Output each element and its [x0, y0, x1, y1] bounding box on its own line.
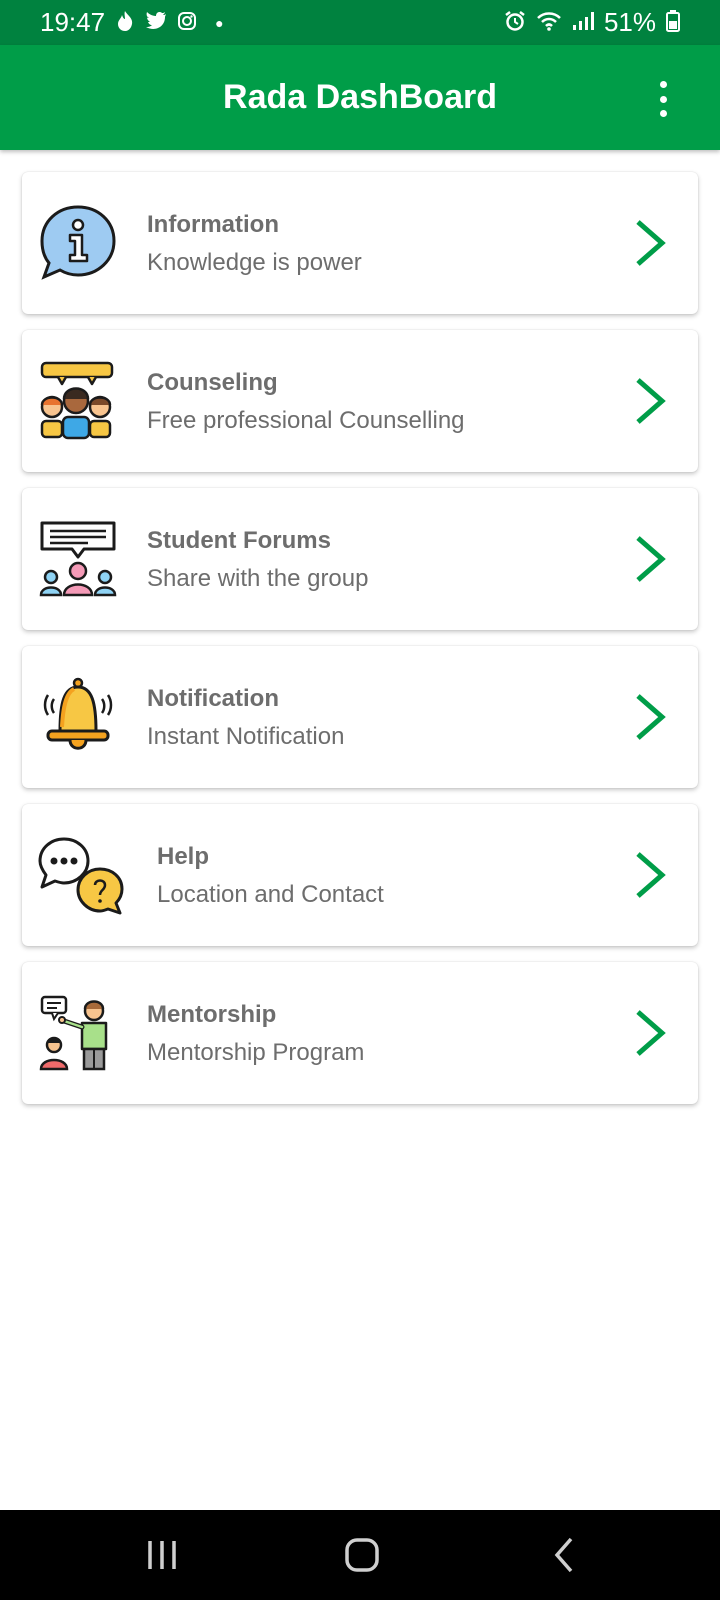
chevron-right-icon[interactable]	[632, 851, 668, 899]
chevron-right-icon[interactable]	[632, 1009, 668, 1057]
card-subtitle: Instant Notification	[147, 723, 345, 750]
card-subtitle: Location and Contact	[157, 881, 384, 908]
card-subtitle: Mentorship Program	[147, 1039, 365, 1066]
battery-icon	[666, 9, 680, 36]
chevron-right-icon[interactable]	[632, 377, 668, 425]
information-text: Information Knowledge is power	[147, 210, 608, 280]
signal-icon	[572, 11, 594, 35]
mentorship-text: Mentorship Mentorship Program	[147, 1000, 608, 1070]
card-title: Counseling	[147, 369, 278, 396]
mentor-icon	[38, 993, 118, 1073]
card-subtitle: Knowledge is power	[147, 249, 362, 276]
back-icon[interactable]	[545, 1535, 585, 1575]
card-title: Notification	[147, 685, 279, 712]
more-notifications-dot: ●	[215, 14, 224, 31]
status-bar-right: 51%	[504, 7, 680, 38]
card-title: Mentorship	[147, 1001, 277, 1028]
recent-apps-icon[interactable]	[142, 1535, 182, 1575]
notification-text: Notification Instant Notification	[147, 684, 608, 754]
wifi-icon	[536, 10, 562, 36]
chevron-right-icon[interactable]	[632, 535, 668, 583]
twitter-icon	[145, 11, 167, 35]
page-title: Rada DashBoard	[223, 78, 497, 116]
info-bubble-icon	[38, 203, 118, 283]
flame-icon	[115, 10, 135, 36]
battery-percent: 51%	[603, 7, 656, 37]
navigation-bar	[0, 1510, 720, 1600]
card-title: Information	[147, 211, 279, 238]
mentorship-card[interactable]: Mentorship Mentorship Program	[22, 962, 698, 1104]
help-text: Help Location and Contact	[157, 842, 608, 912]
bell-icon	[38, 677, 118, 757]
notification-card[interactable]: Notification Instant Notification	[22, 646, 698, 788]
student-forums-card[interactable]: Student Forums Share with the group	[22, 488, 698, 630]
help-card[interactable]: Help Location and Contact	[22, 804, 698, 946]
counseling-group-icon	[38, 361, 118, 441]
card-subtitle: Free professional Counselling	[147, 407, 465, 434]
status-bar: 19:47 ● 51%	[0, 0, 720, 45]
help-chat-icon	[38, 835, 124, 915]
overflow-menu-icon[interactable]	[650, 81, 676, 117]
alarm-icon	[504, 10, 526, 36]
counseling-card[interactable]: Counseling Free professional Counselling	[22, 330, 698, 472]
app-bar: Rada DashBoard	[0, 45, 720, 150]
information-card[interactable]: Information Knowledge is power	[22, 172, 698, 314]
dashboard-menu: Information Knowledge is power Counselin…	[22, 172, 698, 1120]
chevron-right-icon[interactable]	[632, 219, 668, 267]
student-forums-text: Student Forums Share with the group	[147, 526, 608, 596]
chevron-right-icon[interactable]	[632, 693, 668, 741]
home-icon[interactable]	[342, 1535, 382, 1575]
card-title: Help	[157, 843, 210, 870]
card-title: Student Forums	[147, 527, 331, 554]
counseling-text: Counseling Free professional Counselling	[147, 368, 608, 438]
status-time: 19:47	[40, 7, 106, 37]
status-bar-left: 19:47 ●	[40, 7, 224, 38]
instagram-icon	[177, 11, 197, 35]
forum-group-icon	[38, 519, 118, 599]
card-subtitle: Share with the group	[147, 565, 369, 592]
